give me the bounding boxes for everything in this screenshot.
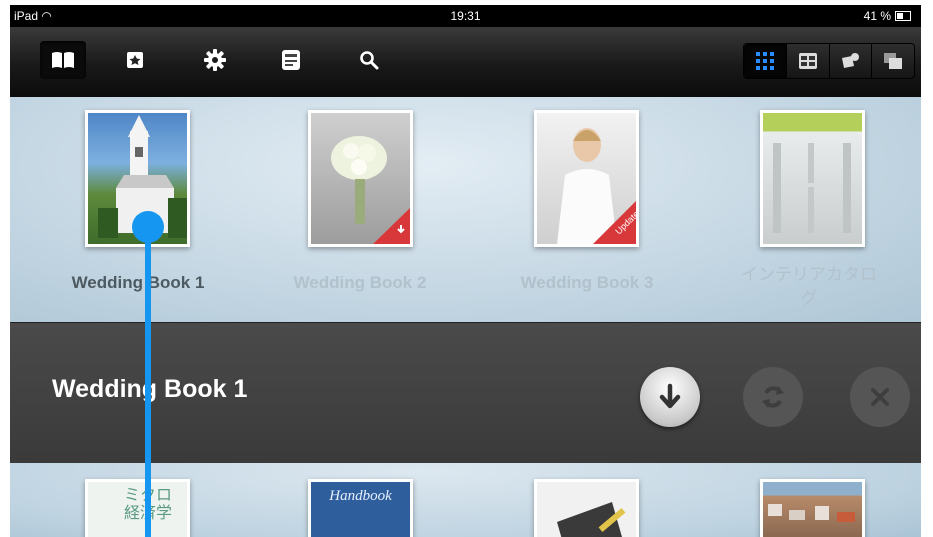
bookshelf-icon: [52, 52, 74, 68]
bookmark-button[interactable]: [112, 41, 158, 79]
refresh-icon: [762, 386, 784, 408]
list-view-icon: [798, 53, 817, 69]
list-view-button[interactable]: [785, 44, 829, 78]
cover-text-5: ミクロ 経済学: [88, 482, 187, 522]
gear-icon: [204, 49, 226, 71]
bouquet-image: [331, 136, 410, 244]
book-title-4: インテリアカタロ グ: [741, 265, 877, 308]
view-mode-segmented-control: [743, 43, 915, 79]
bookmark-icon: [127, 52, 143, 68]
cityscape-image: [768, 504, 855, 522]
book-cover-7[interactable]: [534, 479, 639, 537]
book-title-1: Wedding Book 1: [71, 273, 205, 292]
bookshelf-button[interactable]: [40, 41, 86, 79]
ipad-screen: iPad ◠ 19:31 41 % Update Wedding Book 1 …: [10, 5, 921, 537]
film-clapper-image: [557, 502, 626, 537]
book-title-3: Wedding Book 3: [520, 273, 654, 292]
close-icon: [871, 388, 889, 406]
book-cover-4[interactable]: [760, 110, 865, 247]
grid-view-icon: [755, 52, 774, 70]
book-cover-8[interactable]: [760, 479, 865, 537]
search-icon: [360, 51, 379, 70]
interior-image: [773, 143, 851, 233]
download-arrow-icon: [659, 383, 681, 409]
toolbar: [10, 27, 921, 98]
cover-text-6: Handbook: [311, 482, 410, 537]
battery-indicator: 41 %: [864, 9, 911, 23]
battery-icon: [895, 11, 911, 21]
refresh-button[interactable]: [743, 367, 803, 427]
grid-view-button[interactable]: [744, 44, 786, 78]
search-button[interactable]: [346, 41, 392, 79]
touch-indicator-dot: [132, 211, 164, 243]
book-cover-3[interactable]: Update: [534, 110, 639, 247]
delete-button[interactable]: [850, 367, 910, 427]
stack-view-button[interactable]: [871, 44, 914, 78]
cart-view-button[interactable]: [828, 44, 872, 78]
news-icon: [282, 50, 300, 70]
touch-indicator-trail: [145, 233, 151, 537]
news-button[interactable]: [268, 41, 314, 79]
book-cover-6[interactable]: Handbook: [308, 479, 413, 537]
bride-image: Update: [557, 128, 636, 244]
download-button[interactable]: [640, 367, 700, 427]
stack-view-icon: [884, 53, 903, 69]
book-cover-2[interactable]: [308, 110, 413, 247]
clock: 19:31: [450, 9, 481, 23]
settings-button[interactable]: [192, 41, 238, 79]
book-title-2: Wedding Book 2: [293, 273, 427, 292]
book-cover-5[interactable]: ミクロ 経済学: [85, 479, 190, 537]
cart-view-icon: [842, 53, 860, 68]
status-bar: iPad ◠ 19:31 41 %: [10, 5, 921, 27]
